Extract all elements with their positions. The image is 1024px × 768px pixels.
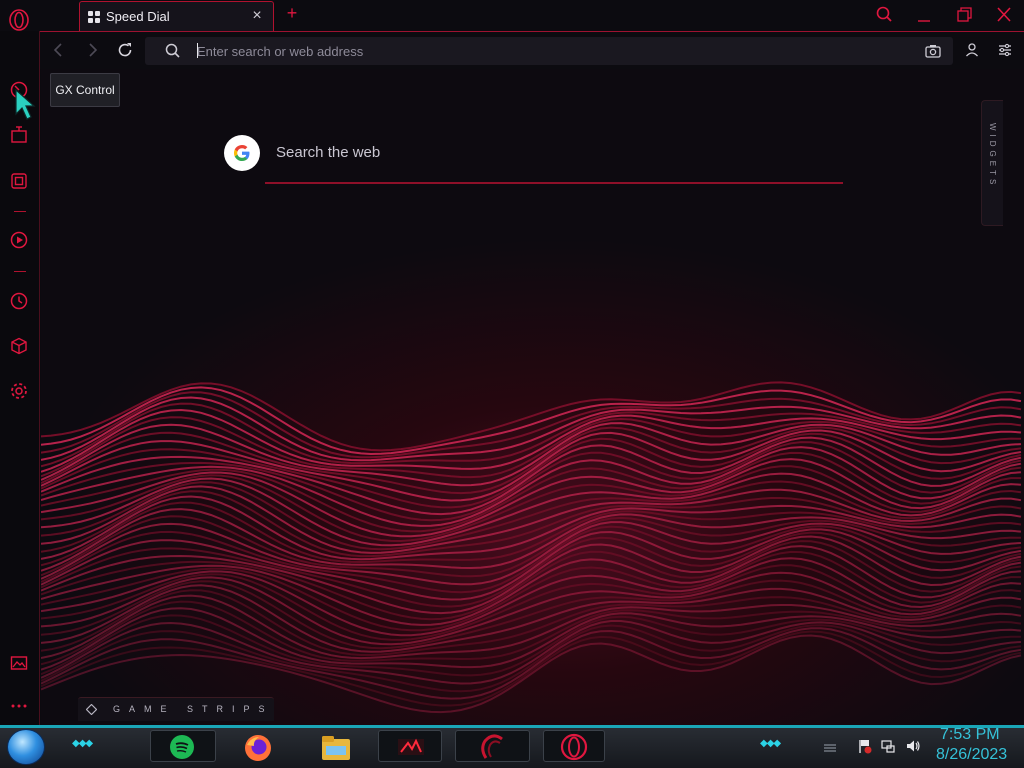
taskbar-app-opera[interactable] — [543, 730, 605, 762]
back-icon[interactable] — [49, 40, 69, 60]
action-center-flag-icon[interactable] — [857, 738, 873, 754]
show-hidden-icons-icon[interactable] — [822, 740, 838, 756]
account-icon[interactable] — [963, 41, 981, 59]
taskbar-app-spotify[interactable] — [150, 730, 216, 762]
network-icon[interactable] — [880, 738, 896, 754]
reload-icon[interactable] — [115, 40, 135, 60]
wallpaper-waves — [41, 381, 1022, 714]
new-tab-button[interactable]: + — [283, 4, 301, 24]
search-icon — [165, 43, 180, 58]
restore-icon[interactable] — [951, 4, 977, 26]
taskbar-app-file-explorer[interactable] — [305, 730, 367, 762]
more-icon[interactable] — [9, 696, 29, 716]
gx-cleaner-icon[interactable] — [9, 171, 29, 191]
tab-title: Speed Dial — [106, 9, 170, 24]
taskbar-app-firefox[interactable] — [228, 730, 290, 762]
start-button[interactable] — [7, 729, 45, 765]
speed-dial-page — [41, 69, 1024, 725]
sidebar — [0, 31, 40, 725]
search-tabs-icon[interactable] — [871, 4, 897, 26]
minimize-icon[interactable] — [911, 4, 937, 26]
opera-icon — [560, 733, 588, 761]
clock-date[interactable]: 8/26/2023 — [936, 746, 1007, 764]
tooltip: GX Control — [50, 73, 120, 107]
clock-time[interactable]: 7:53 PM — [940, 726, 1000, 744]
mouse-cursor-icon — [15, 88, 36, 120]
search-underline — [265, 182, 843, 184]
sidebar-separator — [14, 211, 26, 212]
taskbar-chevrons-icon: ◆◆◆ — [72, 738, 93, 749]
media-app-icon — [398, 738, 424, 755]
address-input[interactable] — [197, 40, 897, 62]
opera-gx-icon — [481, 734, 503, 759]
taskbar-app-media[interactable] — [378, 730, 442, 762]
camera-icon[interactable] — [924, 42, 942, 60]
wallpaper-icon[interactable] — [9, 653, 29, 673]
speed-dial-grid-icon — [88, 10, 100, 23]
tab-speed-dial[interactable]: Speed Dial × — [79, 1, 274, 31]
settings-icon[interactable] — [9, 381, 29, 401]
taskbar-chevrons-icon: ◆◆◆ — [760, 738, 781, 749]
easy-setup-icon[interactable] — [996, 41, 1014, 59]
game-strips-button[interactable]: GAME STRIPS — [78, 697, 274, 721]
tab-close-icon[interactable]: × — [249, 7, 265, 25]
forward-icon[interactable] — [82, 40, 102, 60]
volume-icon[interactable] — [905, 738, 921, 754]
firefox-icon — [245, 735, 271, 761]
toolbar-accent-line — [40, 31, 1024, 32]
diamond-icon — [86, 704, 97, 715]
text-caret — [197, 43, 198, 58]
close-window-icon[interactable] — [991, 4, 1017, 26]
twitch-icon[interactable] — [9, 125, 29, 145]
opera-logo-icon[interactable] — [8, 8, 30, 32]
file-explorer-icon — [322, 736, 350, 760]
game-strips-label: GAME STRIPS — [113, 704, 274, 714]
google-logo-icon[interactable] — [224, 135, 260, 171]
title-bar: Speed Dial × + — [0, 0, 1024, 31]
taskbar-app-opera-gx[interactable] — [455, 730, 530, 762]
history-icon[interactable] — [9, 291, 29, 311]
spotify-icon — [170, 735, 194, 759]
player-icon[interactable] — [9, 230, 29, 250]
sidebar-separator — [14, 271, 26, 272]
widgets-button[interactable]: WIDGETS — [981, 100, 1003, 226]
taskbar-accent-line — [0, 725, 1024, 728]
extensions-icon[interactable] — [9, 336, 29, 356]
search-web-field[interactable]: Search the web — [276, 144, 380, 161]
widgets-label: WIDGETS — [988, 123, 997, 189]
